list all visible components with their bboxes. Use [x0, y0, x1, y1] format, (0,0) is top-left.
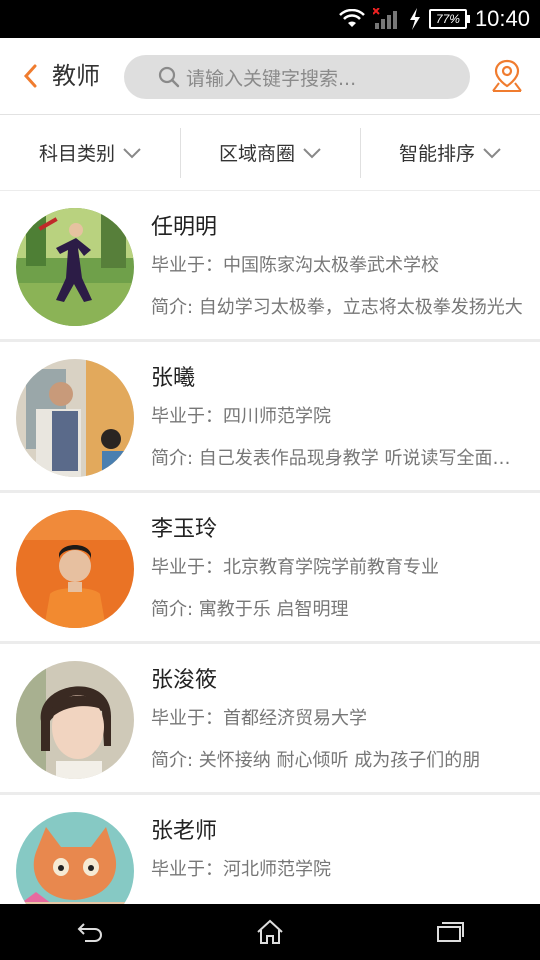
teacher-row[interactable]: 任明明 毕业于：中国陈家沟太极拳武术学校 简介: 自幼学习太极拳，立志将太极拳发…	[0, 191, 540, 342]
filter-subject[interactable]: 科目类别	[0, 115, 180, 190]
teacher-school: 毕业于：河北师范学院	[151, 859, 331, 880]
chevron-down-icon	[123, 147, 141, 158]
teacher-row[interactable]: 张老师 毕业于：河北师范学院	[0, 795, 540, 904]
teacher-school: 毕业于：四川师范学院	[151, 406, 331, 427]
teacher-school: 毕业于：首都经济贸易大学	[151, 708, 367, 729]
top-bar: 教师 请输入关键字搜索...	[0, 38, 540, 115]
chevron-down-icon	[483, 147, 501, 158]
teacher-name: 张曦	[151, 366, 196, 391]
teacher-intro: 简介: 自己发表作品现身教学 听说读写全面提升	[151, 448, 523, 469]
chevron-left-icon	[23, 64, 37, 88]
nav-home-button[interactable]	[240, 912, 300, 952]
nav-back-button[interactable]	[60, 912, 120, 952]
filter-label: 科目类别	[38, 143, 115, 165]
teacher-school: 毕业于：中国陈家沟太极拳武术学校	[151, 255, 439, 276]
page-title: 教师	[52, 62, 100, 90]
teacher-list: 任明明 毕业于：中国陈家沟太极拳武术学校 简介: 自幼学习太极拳，立志将太极拳发…	[0, 191, 540, 904]
search-icon	[158, 66, 180, 88]
teacher-intro: 简介: 寓教于乐 启智明理	[151, 599, 349, 620]
battery-indicator: 77%	[428, 9, 470, 29]
teacher-row[interactable]: 李玉玲 毕业于：北京教育学院学前教育专业 简介: 寓教于乐 启智明理	[0, 493, 540, 644]
filter-label: 智能排序	[398, 143, 475, 165]
teacher-name: 李玉玲	[151, 517, 218, 542]
location-button[interactable]	[490, 58, 524, 94]
status-icons: 77% 10:40	[339, 0, 530, 38]
status-bar: 77% 10:40	[0, 0, 540, 38]
location-pin-icon	[492, 59, 522, 92]
filter-label: 区域商圈	[218, 143, 295, 165]
status-time: 10:40	[474, 6, 530, 31]
recents-icon	[437, 922, 464, 942]
avatar	[16, 208, 134, 326]
search-placeholder: 请输入关键字搜索...	[186, 67, 357, 90]
avatar	[16, 510, 134, 628]
nav-recents-button[interactable]	[420, 912, 480, 952]
filter-area[interactable]: 区域商圈	[180, 115, 360, 190]
wifi-icon	[339, 9, 365, 27]
charging-icon	[409, 8, 420, 30]
search-input[interactable]: 请输入关键字搜索...	[124, 55, 470, 99]
system-nav-bar	[0, 904, 540, 960]
avatar	[16, 661, 134, 779]
filter-sort[interactable]: 智能排序	[360, 115, 540, 190]
teacher-name: 张浚筱	[151, 668, 218, 693]
teacher-name: 张老师	[151, 819, 218, 844]
teacher-school: 毕业于：北京教育学院学前教育专业	[151, 557, 439, 578]
signal-icon	[372, 8, 397, 29]
teacher-intro: 简介: 自幼学习太极拳，立志将太极拳发扬光大	[151, 297, 523, 318]
avatar	[16, 359, 134, 477]
avatar	[16, 812, 134, 904]
filter-bar: 科目类别 区域商圈 智能排序	[0, 115, 540, 192]
teacher-intro: 简介: 关怀接纳 耐心倾听 成为孩子们的朋	[151, 750, 481, 771]
home-icon	[257, 919, 283, 944]
teacher-name: 任明明	[151, 215, 218, 240]
teacher-row[interactable]: 张浚筱 毕业于：首都经济贸易大学 简介: 关怀接纳 耐心倾听 成为孩子们的朋	[0, 644, 540, 795]
back-icon	[77, 923, 102, 942]
teacher-row[interactable]: 张曦 毕业于：四川师范学院 简介: 自己发表作品现身教学 听说读写全面提升	[0, 342, 540, 493]
chevron-down-icon	[303, 147, 321, 158]
